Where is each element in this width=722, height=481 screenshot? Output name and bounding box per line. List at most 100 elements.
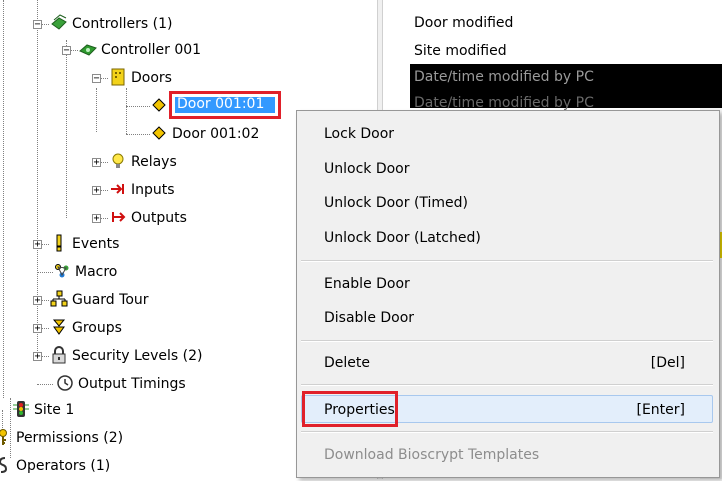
tree-node-label: Controllers (1): [72, 16, 173, 32]
menu-item-shortcut: [Enter]: [636, 402, 685, 418]
menu-item-label: Unlock Door: [324, 161, 410, 177]
tree-node-guard-tour[interactable]: Guard Tour: [50, 289, 149, 311]
tree-node-site-1[interactable]: Site 1: [12, 399, 74, 421]
tree-node-label: Inputs: [131, 182, 175, 198]
tree-node-label: Events: [72, 236, 120, 252]
tree-node-output-timings[interactable]: Output Timings: [56, 373, 186, 395]
tree-node-label: Door 001:02: [172, 126, 260, 142]
doors-icon: [109, 68, 127, 86]
input-icon: [109, 180, 127, 198]
tree-node-controllers[interactable]: Controllers (1): [50, 13, 172, 35]
controller-icon: [79, 40, 97, 58]
tree-node-label: Site 1: [34, 402, 75, 418]
tree-guide-line: [3, 0, 4, 398]
tree-node-door-001-02[interactable]: Door 001:02: [150, 123, 259, 145]
door-icon: [150, 96, 168, 114]
tree-node-label: Permissions (2): [16, 430, 124, 446]
event-row[interactable]: Date/time modified by PC: [383, 64, 722, 90]
tree-guide-line: [126, 106, 150, 107]
tree-guide-line: [96, 88, 97, 132]
operators-icon: [0, 456, 12, 474]
tree-node-events[interactable]: Events: [50, 233, 119, 255]
event-row[interactable]: Door modified: [383, 10, 722, 36]
menu-item-label: Delete: [324, 355, 370, 371]
tree-node-operators[interactable]: Operators (1): [0, 455, 110, 477]
tree-guide-line: [37, 272, 53, 273]
output-icon: [109, 208, 127, 226]
menu-item-label: Lock Door: [324, 126, 395, 142]
menu-separator: [301, 431, 713, 433]
menu-item-unlock-door-latched[interactable]: Unlock Door (Latched): [301, 224, 713, 252]
tree-guide-line: [126, 88, 127, 134]
tree-node-label: Output Timings: [78, 376, 186, 392]
relay-bulb-icon: [109, 152, 127, 170]
tree-node-label: Door 001:01: [177, 96, 265, 112]
menu-item-delete[interactable]: Delete [Del]: [301, 349, 713, 377]
menu-item-lock-door[interactable]: Lock Door: [301, 120, 713, 148]
tree-node-controller-001[interactable]: Controller 001: [79, 39, 201, 61]
controllers-icon: [50, 14, 68, 32]
expand-toggle[interactable]: +: [33, 296, 42, 306]
tree-node-groups[interactable]: Groups: [50, 317, 122, 339]
tree-node-permissions[interactable]: Permissions (2): [0, 427, 123, 449]
tree-node-label: Controller 001: [101, 42, 202, 58]
expand-toggle[interactable]: +: [33, 324, 42, 334]
menu-separator: [301, 340, 713, 342]
menu-item-unlock-door-timed[interactable]: Unlock Door (Timed): [301, 189, 713, 217]
menu-item-label: Download Bioscrypt Templates: [324, 447, 540, 463]
tree-guide-line: [37, 384, 53, 385]
expand-toggle[interactable]: +: [33, 352, 42, 362]
tree-node-security-levels[interactable]: Security Levels (2): [50, 345, 202, 367]
event-text: Date/time modified by PC: [414, 95, 594, 110]
tree-node-label: Macro: [75, 264, 118, 280]
events-icon: [50, 234, 68, 252]
tree-node-label: Relays: [131, 154, 177, 170]
menu-item-label: Disable Door: [324, 310, 415, 326]
expand-toggle[interactable]: +: [92, 186, 101, 196]
expand-toggle[interactable]: +: [92, 214, 101, 224]
event-text: Door modified: [414, 15, 514, 31]
tree-node-outputs[interactable]: Outputs: [109, 207, 187, 229]
expand-toggle[interactable]: +: [92, 158, 101, 168]
expand-toggle[interactable]: +: [33, 240, 42, 250]
guard-tour-icon: [50, 290, 68, 308]
tree-node-inputs[interactable]: Inputs: [109, 179, 175, 201]
tree-node-label: Doors: [131, 70, 172, 86]
menu-item-label: Unlock Door (Latched): [324, 230, 481, 246]
menu-separator: [301, 260, 713, 262]
tree-guide-line: [126, 134, 150, 135]
tree-node-label-selected[interactable]: Door 001:01: [177, 93, 264, 115]
event-row[interactable]: Site modified: [383, 38, 722, 64]
door-icon: [150, 124, 168, 142]
menu-item-unlock-door[interactable]: Unlock Door: [301, 155, 713, 183]
tree-node-macro[interactable]: Macro: [53, 261, 117, 283]
tree-node-doors[interactable]: Doors: [109, 67, 172, 89]
menu-item-label: Enable Door: [324, 276, 410, 292]
menu-item-download-bioscrypt-templates[interactable]: Download Bioscrypt Templates: [301, 441, 713, 469]
menu-separator: [301, 384, 713, 386]
event-text: Date/time modified by PC: [414, 69, 594, 85]
security-lock-icon: [50, 346, 68, 364]
menu-item-shortcut: [Del]: [650, 355, 685, 371]
traffic-light-icon: [12, 400, 30, 418]
key-icon: [0, 428, 12, 446]
collapse-toggle[interactable]: −: [33, 20, 42, 30]
event-text: Site modified: [414, 43, 507, 59]
tree-guide-line: [66, 40, 67, 218]
groups-icon: [50, 318, 68, 336]
tree-node-label: Security Levels (2): [72, 348, 203, 364]
properties-highlight-box: [302, 391, 398, 427]
tree-node-label: Operators (1): [16, 458, 111, 474]
tree-node-label: Outputs: [131, 210, 187, 226]
tree-node-label: Guard Tour: [72, 292, 149, 308]
clock-icon: [56, 374, 74, 392]
menu-item-enable-door[interactable]: Enable Door: [301, 270, 713, 298]
event-row[interactable]: Date/time modified by PC: [383, 90, 722, 110]
menu-item-disable-door[interactable]: Disable Door: [301, 304, 713, 332]
menu-item-label: Unlock Door (Timed): [324, 195, 469, 211]
macro-icon: [53, 262, 71, 280]
collapse-toggle[interactable]: −: [92, 74, 101, 84]
collapse-toggle[interactable]: −: [62, 46, 71, 56]
tree-node-label: Groups: [72, 320, 122, 336]
tree-node-relays[interactable]: Relays: [109, 151, 177, 173]
